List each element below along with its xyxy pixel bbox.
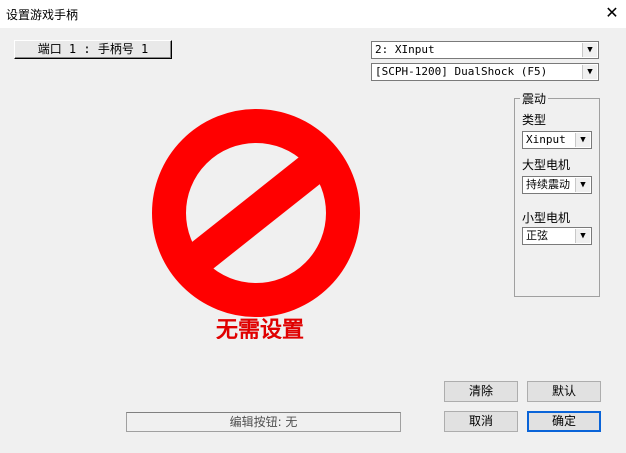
large-motor-label: 大型电机 <box>522 158 571 172</box>
small-motor-select[interactable]: 正弦 ▼ <box>522 227 592 245</box>
vibration-type-value: Xinput <box>526 133 566 146</box>
input-api-value: 2: XInput <box>375 43 435 56</box>
clear-button[interactable]: 清除 <box>444 381 518 402</box>
edit-button-status: 编辑按钮: 无 <box>126 412 401 432</box>
ok-button[interactable]: 确定 <box>527 411 601 432</box>
controller-type-value: [SCPH-1200] DualShock (F5) <box>375 65 548 78</box>
chevron-down-icon: ▼ <box>575 229 590 243</box>
chevron-down-icon: ▼ <box>575 133 590 147</box>
vibration-type-select[interactable]: Xinput ▼ <box>522 131 592 149</box>
close-icon[interactable]: ✕ <box>598 0 626 28</box>
no-settings-text: 无需设置 <box>215 318 304 339</box>
large-motor-value: 持续震动 <box>526 178 570 191</box>
cancel-button[interactable]: 取消 <box>444 411 518 432</box>
chevron-down-icon: ▼ <box>582 65 597 79</box>
large-motor-select[interactable]: 持续震动 ▼ <box>522 176 592 194</box>
title-bar: 设置游戏手柄 ✕ <box>0 0 626 28</box>
default-button[interactable]: 默认 <box>527 381 601 402</box>
chevron-down-icon: ▼ <box>582 43 597 57</box>
prohibited-icon <box>152 109 360 317</box>
controller-type-select[interactable]: [SCPH-1200] DualShock (F5) ▼ <box>371 63 599 81</box>
chevron-down-icon: ▼ <box>575 178 590 192</box>
window-title: 设置游戏手柄 <box>6 8 79 22</box>
port-label: 端口 1 : 手柄号 1 <box>14 40 172 59</box>
small-motor-label: 小型电机 <box>522 211 571 225</box>
vibration-group-title: 震动 <box>520 90 549 107</box>
input-api-select[interactable]: 2: XInput ▼ <box>371 41 599 59</box>
small-motor-value: 正弦 <box>526 229 548 242</box>
vibration-type-label: 类型 <box>522 113 547 127</box>
